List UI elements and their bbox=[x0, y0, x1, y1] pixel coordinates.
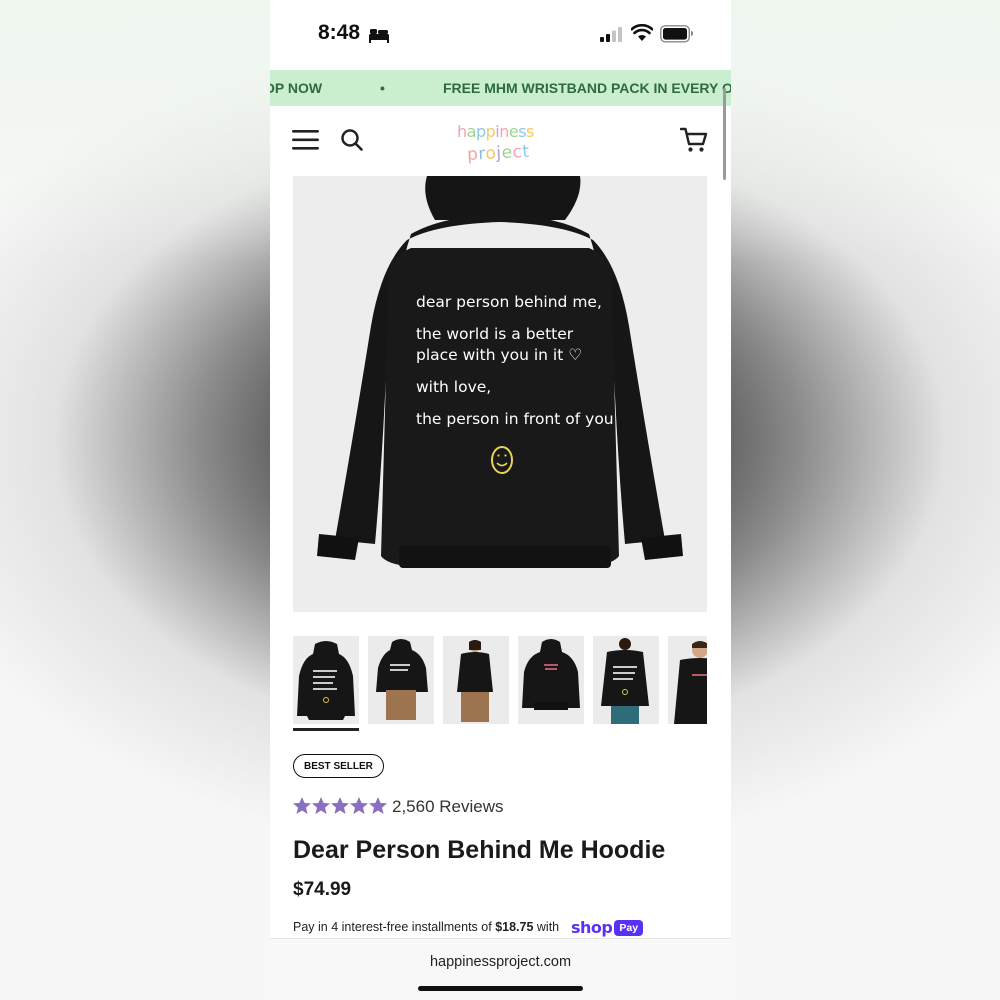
status-bar: 8:48 bbox=[270, 0, 731, 70]
announcement-text-right: FREE MHM WRISTBAND PACK IN EVERY ORD bbox=[443, 80, 731, 96]
shop-pay-pill: Pay bbox=[614, 919, 644, 936]
best-seller-badge: BEST SELLER bbox=[293, 754, 384, 778]
reviews-count-link[interactable]: 2,560 Reviews bbox=[392, 797, 504, 817]
star-icon bbox=[312, 797, 330, 814]
hoodie-print-line-4: the person in front of you bbox=[416, 410, 614, 428]
thumbnail-6[interactable] bbox=[668, 636, 707, 724]
installments-prefix: Pay in 4 interest-free installments of bbox=[293, 920, 492, 934]
thumbnail-active-indicator bbox=[293, 728, 359, 731]
announcement-text-left: OP NOW bbox=[270, 80, 323, 96]
shop-pay-wordmark: shop bbox=[571, 918, 613, 937]
hoodie-print-line-3: with love, bbox=[416, 378, 492, 396]
shop-pay-logo[interactable]: shop Pay bbox=[571, 918, 644, 937]
battery-icon bbox=[660, 25, 693, 43]
star-icon bbox=[293, 797, 311, 814]
installment-amount: $18.75 bbox=[495, 920, 534, 934]
wifi-icon bbox=[631, 24, 653, 41]
star-icon bbox=[350, 797, 368, 814]
scrollbar-thumb[interactable] bbox=[723, 88, 726, 180]
thumbnail-gallery bbox=[293, 636, 707, 734]
product-title: Dear Person Behind Me Hoodie bbox=[293, 836, 666, 864]
thumbnail-2[interactable] bbox=[368, 636, 434, 724]
hoodie-print-line-2: the world is a better place with you in … bbox=[416, 325, 583, 364]
phone-screen: 8:48 OP NOW • FREE MHM WRISTBAND bbox=[270, 0, 731, 1000]
home-indicator[interactable] bbox=[418, 986, 583, 991]
happiness-project-logo[interactable]: happiness project bbox=[455, 118, 555, 166]
svg-text:happiness: happiness bbox=[457, 122, 534, 141]
announcement-separator: • bbox=[380, 80, 385, 96]
status-time: 8:48 bbox=[318, 21, 361, 44]
rating-stars[interactable] bbox=[292, 796, 388, 816]
product-price: $74.99 bbox=[293, 879, 352, 900]
thumbnail-1[interactable] bbox=[293, 636, 359, 724]
installments-suffix: with bbox=[536, 920, 560, 934]
thumbnail-4[interactable] bbox=[518, 636, 584, 724]
hoodie-print-line-1: dear person behind me, bbox=[416, 293, 602, 311]
installments-text: Pay in 4 interest-free installments of $… bbox=[293, 920, 559, 934]
browser-url-bar[interactable]: happinessproject.com bbox=[270, 938, 731, 1000]
cart-icon[interactable] bbox=[680, 127, 708, 153]
star-icon bbox=[331, 797, 349, 814]
star-icon bbox=[369, 797, 387, 814]
url-text: happinessproject.com bbox=[429, 954, 572, 970]
bed-icon bbox=[369, 29, 389, 43]
product-main-image[interactable]: dear person behind me, the world is a be… bbox=[293, 176, 707, 612]
announcement-bar[interactable]: OP NOW • FREE MHM WRISTBAND PACK IN EVER… bbox=[270, 70, 731, 106]
svg-text:project: project bbox=[467, 142, 531, 165]
site-header: happiness project bbox=[270, 106, 731, 174]
thumbnail-3[interactable] bbox=[443, 636, 509, 724]
hamburger-icon[interactable] bbox=[292, 129, 320, 151]
thumbnail-5[interactable] bbox=[593, 636, 659, 724]
cellular-signal-icon bbox=[600, 27, 622, 42]
search-icon[interactable] bbox=[340, 128, 364, 152]
